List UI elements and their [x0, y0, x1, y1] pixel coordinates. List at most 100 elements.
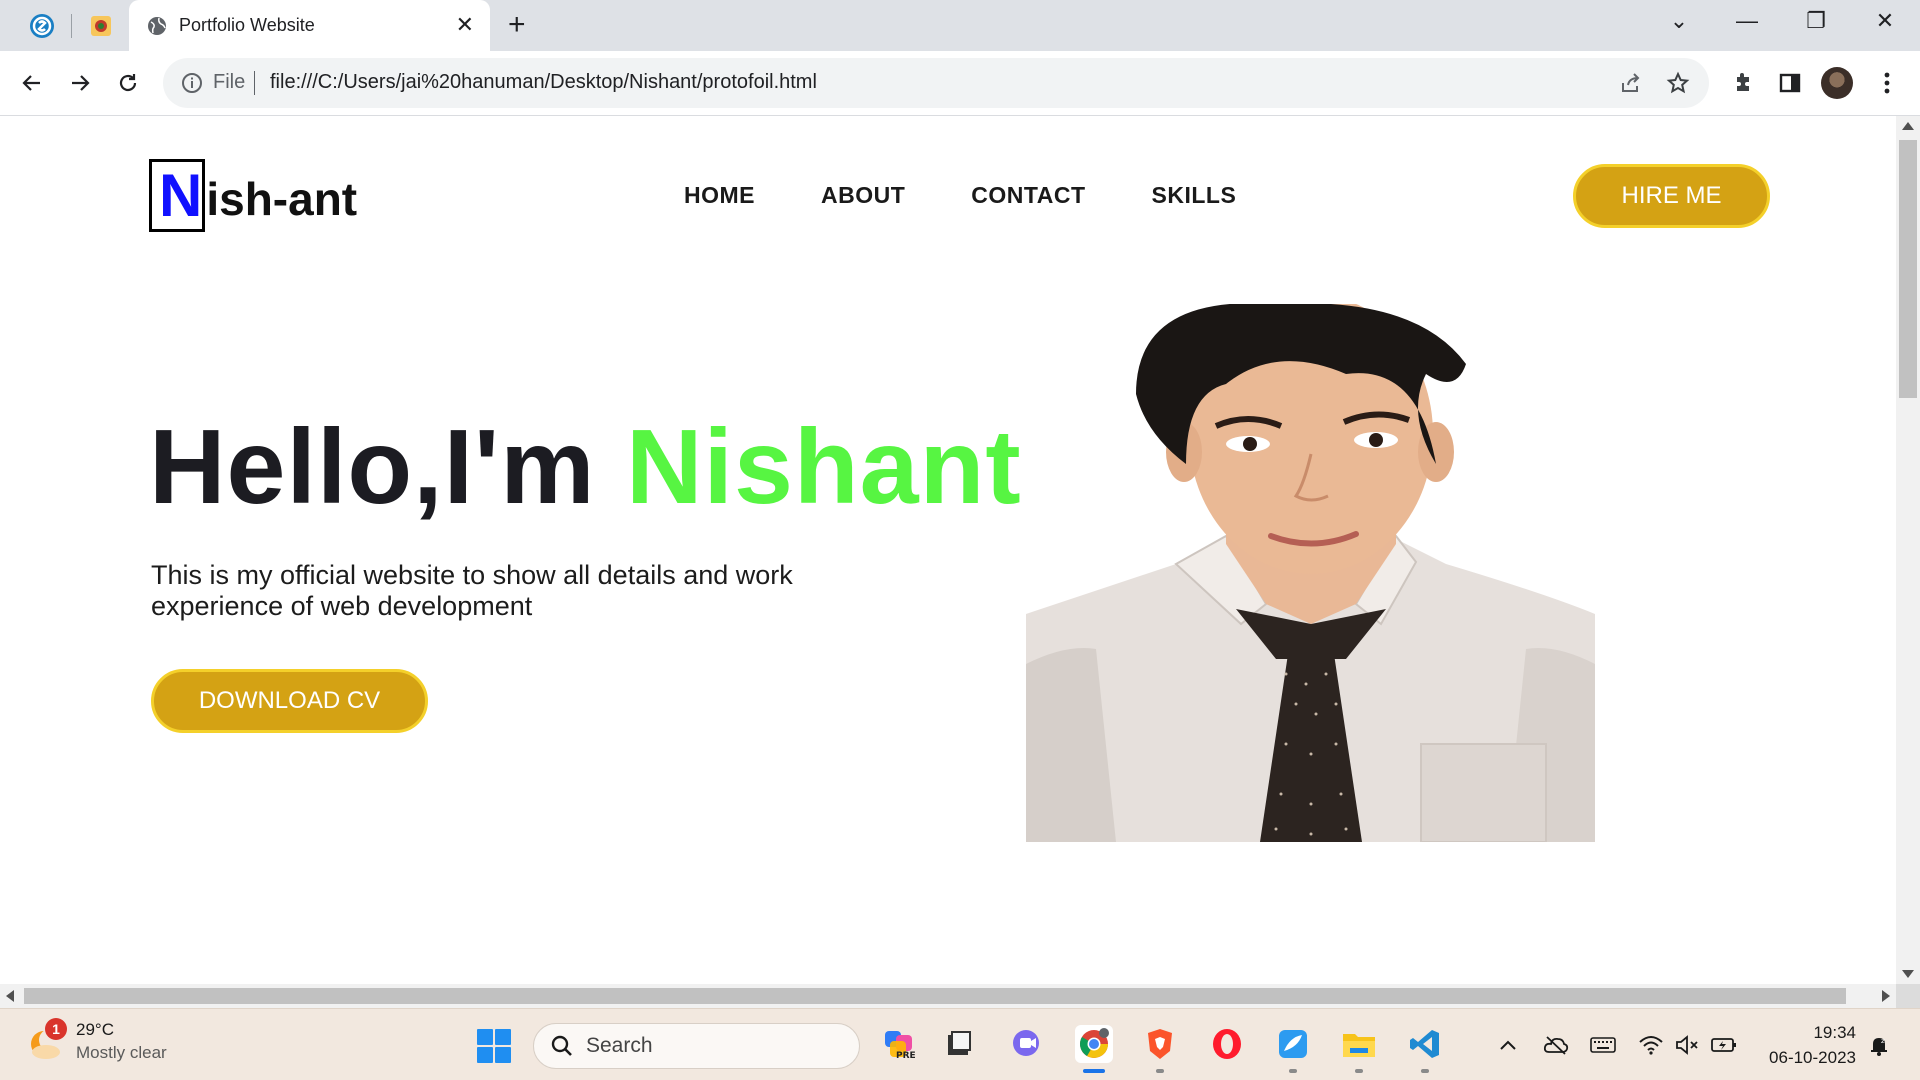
hero-name: Nishant: [625, 408, 1022, 526]
profile-photo: [1026, 304, 1595, 842]
nav-contact[interactable]: CONTACT: [971, 182, 1085, 209]
weather-desc: Mostly clear: [76, 1043, 167, 1062]
running-app-indicator: [1156, 1069, 1164, 1073]
tab-search-chevron-icon[interactable]: ⌄: [1659, 8, 1699, 34]
windows-logo-tile: [477, 1029, 493, 1045]
system-clock[interactable]: 19:34 06-10-2023: [1756, 1023, 1856, 1068]
weather-moon-icon: 1: [26, 1017, 67, 1062]
close-window-button[interactable]: ✕: [1865, 8, 1905, 34]
main-nav: HOME ABOUT CONTACT SKILLS: [684, 182, 1236, 209]
chrome-icon[interactable]: [1075, 1025, 1113, 1073]
forward-arrow-icon: [72, 75, 90, 91]
hire-me-button[interactable]: HIRE ME: [1573, 164, 1770, 228]
logo-text: ish-ant: [206, 173, 358, 225]
weather-temp: 29°C: [76, 1020, 114, 1039]
avatar: [1821, 67, 1853, 99]
keyboard-icon[interactable]: [1589, 1031, 1617, 1059]
windows-logo-tile: [477, 1047, 493, 1063]
page-viewport: N ish-ant HOME ABOUT CONTACT SKILLS HIRE…: [0, 116, 1896, 984]
svg-text:z: z: [1881, 1037, 1885, 1045]
tray-chevron-up-icon[interactable]: [1494, 1031, 1522, 1059]
share-icon[interactable]: [1618, 70, 1644, 96]
emblem-icon: [91, 16, 111, 36]
horizontal-scrollbar[interactable]: [0, 984, 1896, 1008]
extensions-puzzle-icon[interactable]: [1726, 66, 1760, 100]
url-text[interactable]: file:///C:/Users/jai%20hanuman/Desktop/N…: [270, 71, 817, 94]
logo-letter: N: [159, 162, 203, 229]
horizontal-scroll-thumb[interactable]: [24, 988, 1846, 1004]
file-viewer-icon[interactable]: [940, 1025, 978, 1063]
windows-taskbar: 1 29°C Mostly clear Search PRE 19:34 06-…: [0, 1008, 1920, 1080]
url-scheme-label: File: [213, 71, 246, 93]
forward-button[interactable]: [62, 65, 98, 101]
battery-charging-icon[interactable]: [1710, 1031, 1738, 1059]
brave-icon[interactable]: [1141, 1025, 1179, 1073]
back-arrow-icon: [22, 75, 40, 91]
hero-description: This is my official website to show all …: [151, 560, 793, 621]
side-panel-icon[interactable]: [1773, 66, 1807, 100]
address-bar[interactable]: File file:///C:/Users/jai%20hanuman/Desk…: [163, 58, 1709, 108]
tab-strip: Portfolio Website ✕ + ⌄ — ❐ ✕: [0, 0, 1920, 51]
minimize-button[interactable]: —: [1727, 8, 1767, 34]
wifi-icon[interactable]: [1637, 1031, 1665, 1059]
scroll-down-arrow-icon[interactable]: [1902, 970, 1914, 978]
windows-logo-tile: [495, 1029, 511, 1045]
weather-widget[interactable]: 1 29°C Mostly clear: [26, 1017, 167, 1063]
onedrive-offline-icon[interactable]: [1542, 1031, 1570, 1059]
active-app-indicator: [1083, 1069, 1105, 1073]
windows-logo-tile: [495, 1047, 511, 1063]
tab-title: Portfolio Website: [179, 15, 315, 35]
clock-date: 06-10-2023: [1769, 1048, 1856, 1067]
globe-icon: [148, 16, 166, 35]
volume-muted-icon[interactable]: [1673, 1031, 1701, 1059]
site-logo[interactable]: N ish-ant: [149, 159, 357, 232]
reload-icon: [119, 74, 137, 92]
running-app-indicator: [1289, 1069, 1297, 1073]
kebab-menu-icon[interactable]: [1870, 66, 1904, 100]
hero-heading: Hello,I'm Nishant: [149, 407, 1022, 528]
weather-badge: 1: [45, 1017, 67, 1040]
profile-avatar[interactable]: [1820, 66, 1854, 100]
teams-icon[interactable]: [1008, 1025, 1046, 1063]
running-app-indicator: [1355, 1069, 1363, 1073]
opera-icon[interactable]: [1208, 1025, 1246, 1063]
hero-greeting: Hello,I'm: [149, 408, 626, 526]
vscode-icon[interactable]: [1406, 1025, 1444, 1073]
nav-about[interactable]: ABOUT: [821, 182, 905, 209]
app-s-icon: [30, 14, 54, 38]
svg-text:PRE: PRE: [896, 1051, 916, 1061]
scrollbar-corner: [1896, 984, 1920, 1008]
weather-text: 29°C Mostly clear: [76, 1020, 167, 1063]
search-icon: [551, 1035, 572, 1056]
site-info-icon[interactable]: [180, 71, 204, 95]
active-tab[interactable]: Portfolio Website ✕: [129, 0, 490, 51]
scroll-right-arrow-icon[interactable]: [1882, 990, 1890, 1002]
back-button[interactable]: [14, 65, 50, 101]
download-cv-button[interactable]: DOWNLOAD CV: [151, 669, 428, 733]
url-separator: [254, 71, 255, 95]
vertical-scrollbar[interactable]: [1896, 116, 1920, 984]
notifications-bell-icon[interactable]: z: [1865, 1031, 1893, 1059]
clock-time: 19:34: [1813, 1023, 1856, 1042]
file-explorer-icon[interactable]: [1340, 1025, 1378, 1073]
taskbar-search[interactable]: Search: [533, 1023, 860, 1069]
bookmark-star-icon[interactable]: [1665, 70, 1691, 96]
tab-close-icon[interactable]: ✕: [456, 13, 474, 37]
start-button[interactable]: [477, 1029, 511, 1063]
pinned-tab-2[interactable]: [83, 10, 119, 42]
vertical-scroll-thumb[interactable]: [1899, 140, 1917, 398]
paint-icon[interactable]: [1274, 1025, 1312, 1073]
search-label: Search: [586, 1034, 653, 1057]
nav-home[interactable]: HOME: [684, 182, 755, 209]
copilot-icon[interactable]: PRE: [880, 1025, 918, 1063]
restore-button[interactable]: ❐: [1796, 8, 1836, 34]
scroll-up-arrow-icon[interactable]: [1902, 122, 1914, 130]
browser-toolbar: File file:///C:/Users/jai%20hanuman/Desk…: [0, 51, 1920, 116]
pinned-separator: [71, 14, 72, 38]
scroll-left-arrow-icon[interactable]: [6, 990, 14, 1002]
new-tab-button[interactable]: +: [508, 9, 526, 41]
nav-skills[interactable]: SKILLS: [1152, 182, 1237, 209]
reload-button[interactable]: [110, 65, 146, 101]
pinned-tab-1[interactable]: [24, 10, 60, 42]
running-app-indicator: [1421, 1069, 1429, 1073]
